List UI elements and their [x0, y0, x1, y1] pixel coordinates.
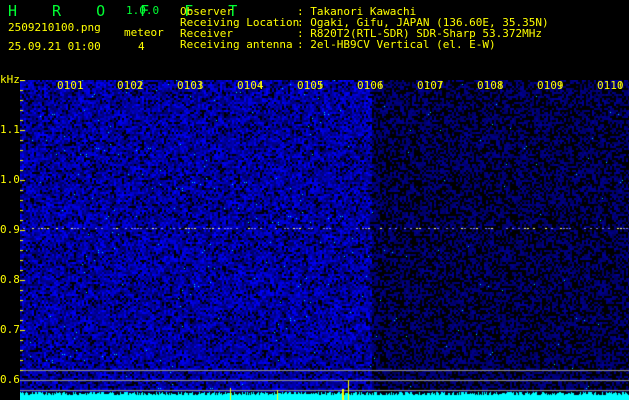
y-tick-label: 0.6: [0, 373, 20, 386]
time-tick-label: 0109: [537, 79, 564, 92]
spectrogram: [20, 80, 629, 400]
y-tick-label: 0.9: [0, 223, 20, 236]
time-tick-label: 0102: [117, 79, 144, 92]
y-tick-label: 0.7: [0, 323, 20, 336]
time-tick-label: 0108: [477, 79, 504, 92]
datetime: 25.09.21 01:00: [8, 40, 101, 53]
y-tick-label: 0.8: [0, 273, 20, 286]
time-tick-label: 0103: [177, 79, 204, 92]
app-version: 1.0.0: [126, 4, 160, 17]
time-tick-label: 0110: [597, 79, 624, 92]
time-tick-label: 0105: [297, 79, 324, 92]
info-antenna-value: : 2el-HB9CV Vertical (el. E-W): [297, 38, 496, 51]
info-label: Receiving antenna: [180, 38, 293, 51]
meteor-count: 4: [138, 40, 145, 53]
time-tick-label: 0101: [57, 79, 84, 92]
y-unit: kHz: [0, 73, 20, 86]
info-antenna: Receiving antenna: [180, 39, 293, 50]
y-tick-label: 1.0: [0, 173, 20, 186]
time-tick-label: 0107: [417, 79, 444, 92]
meteor-label: meteor: [124, 26, 164, 39]
time-tick-label: 0104: [237, 79, 264, 92]
time-tick-label: 0106: [357, 79, 384, 92]
filename: 2509210100.png: [8, 21, 101, 34]
y-tick-label: 1.1: [0, 123, 20, 136]
